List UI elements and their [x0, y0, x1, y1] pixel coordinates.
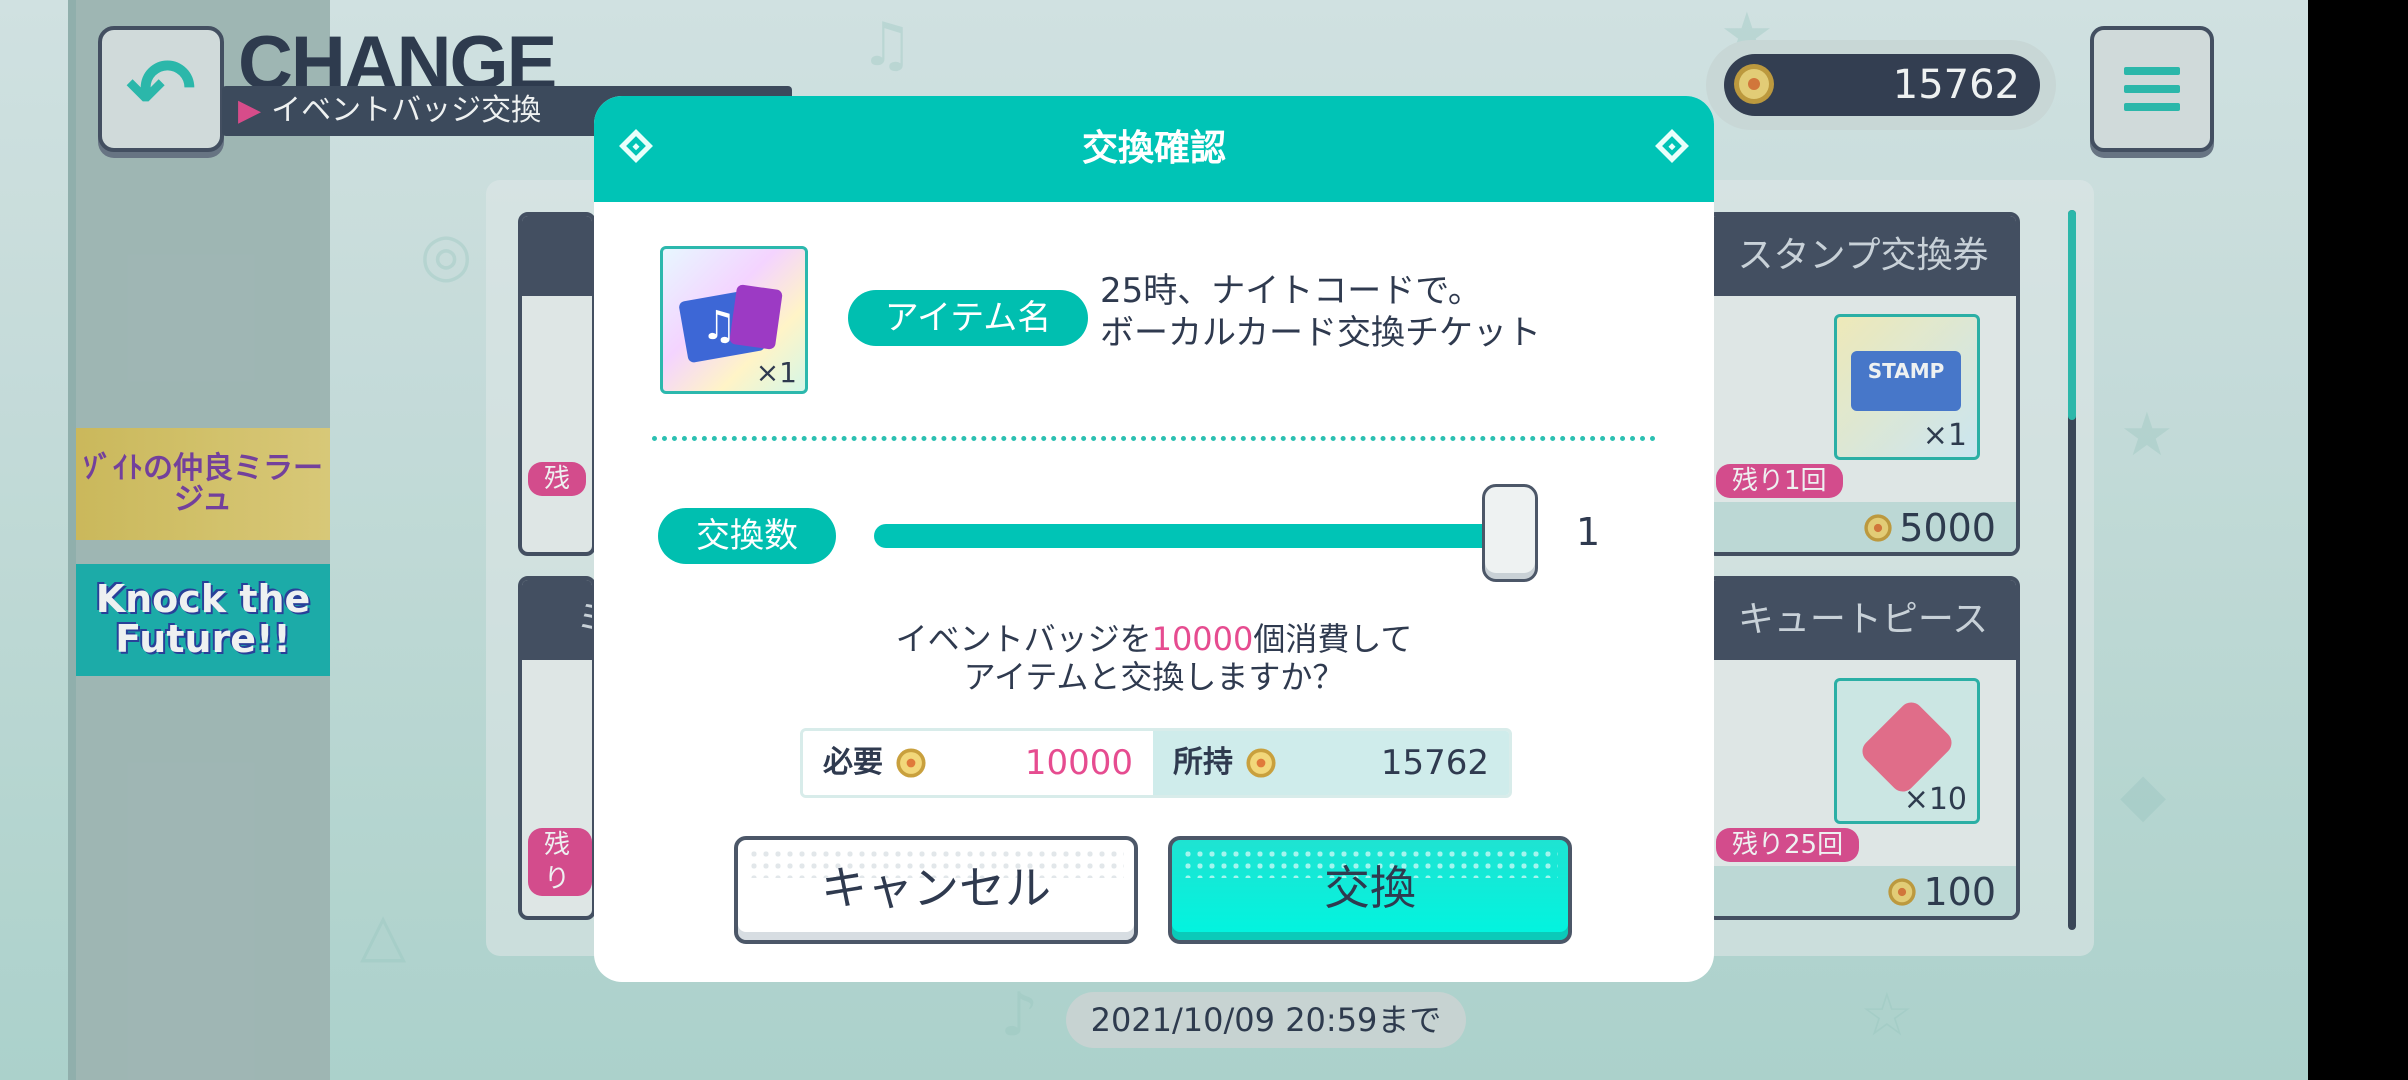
- confirm-amount: 10000: [1151, 620, 1254, 658]
- quantity-slider-track[interactable]: [874, 524, 1514, 548]
- dialog-title: 交換確認: [1081, 128, 1226, 169]
- confirm-line-1: イベントバッジを10000個消費して: [594, 620, 1714, 658]
- quantity-slider-knob[interactable]: [1482, 484, 1538, 582]
- cost-summary: 必要 10000 所持 15762: [800, 728, 1512, 798]
- exchange-label: 交換: [1324, 861, 1416, 915]
- game-screen: ◎ ♫ ★ ★ ◆ △ ♪ ☆ ｿﾞｲﾄの仲良ミラージュ Knock the F…: [0, 0, 2308, 1080]
- item-name-label: アイテム名: [848, 290, 1088, 346]
- diamond-icon: [1655, 129, 1689, 163]
- quantity-value: 1: [1576, 510, 1601, 554]
- cancel-button[interactable]: キャンセル: [734, 836, 1138, 944]
- dotted-divider: [652, 436, 1656, 441]
- exchange-confirm-dialog: 交換確認 ♫ ×1 アイテム名 25時、ナイトコードで。 ボーカルカード交換チケ…: [594, 96, 1714, 982]
- dialog-header: 交換確認: [594, 96, 1714, 202]
- exchange-button[interactable]: 交換: [1168, 836, 1572, 944]
- confirm-message: イベントバッジを10000個消費して アイテムと交換しますか？: [594, 620, 1714, 696]
- confirm-text-part: 個消費して: [1253, 620, 1413, 658]
- cancel-label: キャンセル: [821, 861, 1051, 915]
- owned-label: 所持: [1173, 745, 1233, 780]
- quantity-label: 交換数: [658, 508, 836, 564]
- music-note-icon: ♫: [701, 303, 737, 349]
- item-count: ×1: [755, 356, 797, 389]
- event-badge-coin-icon: [1246, 748, 1276, 778]
- required-cost: 必要 10000: [803, 731, 1153, 795]
- vocal-card-ticket-image: ♫ ×1: [660, 246, 808, 394]
- required-value: 10000: [1024, 743, 1133, 783]
- owned-value: 15762: [1380, 743, 1489, 783]
- confirm-line-2: アイテムと交換しますか？: [963, 658, 1345, 696]
- confirm-text-part: イベントバッジを: [895, 620, 1152, 658]
- card-shape: [729, 284, 783, 350]
- diamond-icon: [619, 129, 653, 163]
- required-label: 必要: [823, 745, 883, 780]
- owned-amount: 所持 15762: [1153, 731, 1509, 795]
- event-badge-coin-icon: [896, 748, 926, 778]
- item-name: 25時、ナイトコードで。 ボーカルカード交換チケット: [1100, 270, 1541, 354]
- item-name-line: 25時、ナイトコードで。: [1100, 271, 1482, 311]
- item-name-line: ボーカルカード交換チケット: [1100, 313, 1541, 353]
